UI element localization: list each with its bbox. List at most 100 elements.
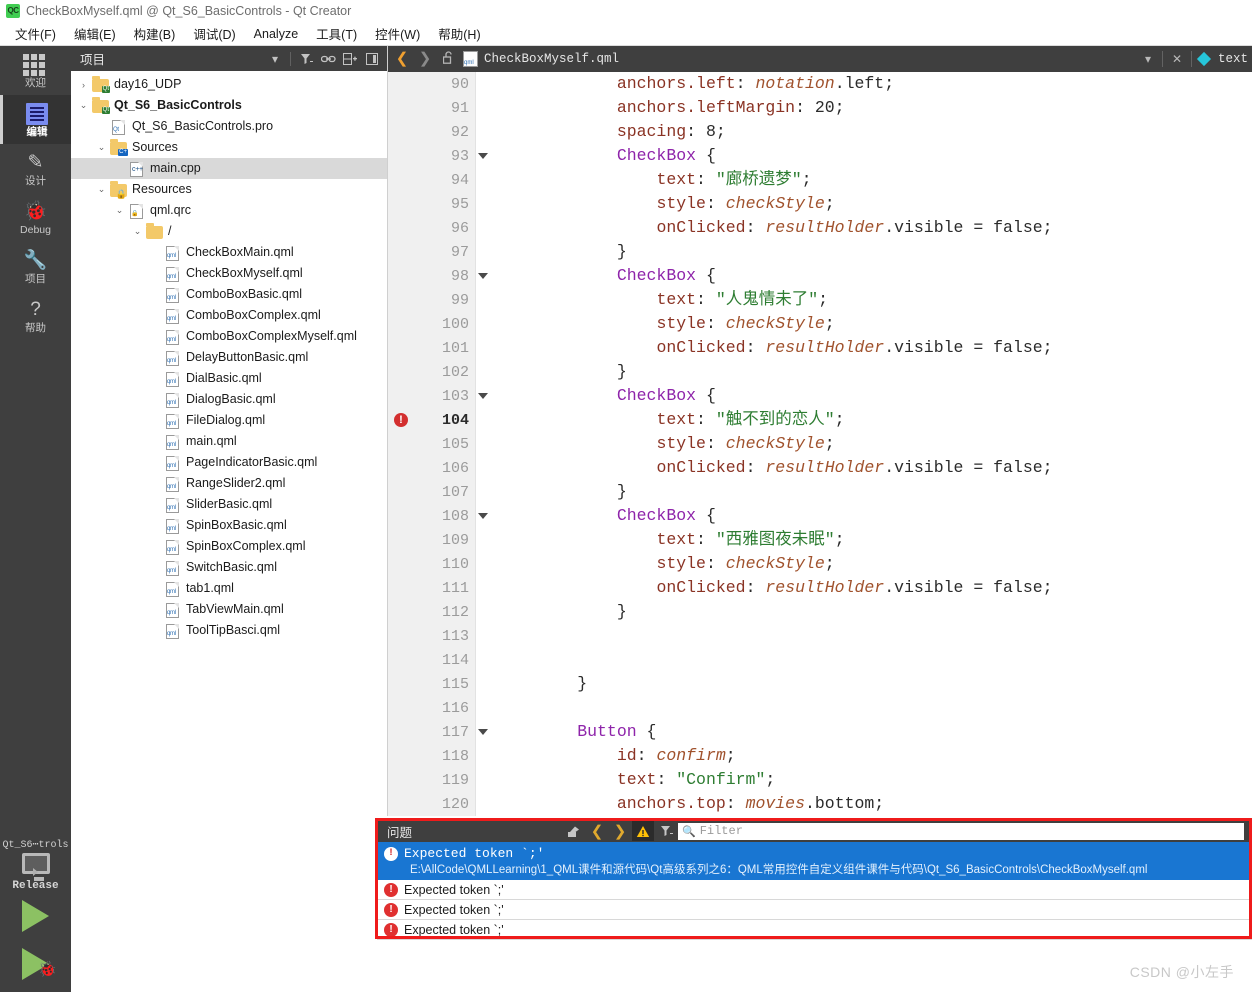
tree-twisty-icon[interactable]: ⌄ (95, 183, 108, 196)
tree-item[interactable]: ⌄ C+ Sources (71, 137, 387, 158)
tree-twisty-icon[interactable] (149, 540, 162, 553)
tree-twisty-icon[interactable] (149, 246, 162, 259)
activity-item-编辑[interactable]: 编辑 (0, 95, 71, 144)
activity-item-欢迎[interactable]: 欢迎 (0, 46, 71, 95)
tree-twisty-icon[interactable] (149, 561, 162, 574)
chevron-down-icon[interactable]: ▾ (1137, 52, 1159, 66)
debug-run-button[interactable]: 🐞 (0, 940, 71, 988)
tree-twisty-icon[interactable] (149, 393, 162, 406)
tree-twisty-icon[interactable] (149, 498, 162, 511)
issue-row[interactable]: ! Expected token `;' E:\AllCode\QMLLearnin… (377, 842, 1252, 880)
code-area[interactable]: 90 91 92 93 94 95 96 97 98 99 100 101 102 103! 104 105 1… (388, 72, 1252, 816)
tree-twisty-icon[interactable] (149, 372, 162, 385)
tree-item[interactable]: qml TabViewMain.qml (71, 599, 387, 620)
tree-item[interactable]: qml ComboBoxBasic.qml (71, 284, 387, 305)
filter-icon[interactable] (296, 50, 316, 68)
fold-arrow-icon[interactable] (478, 513, 488, 519)
tree-twisty-icon[interactable] (149, 624, 162, 637)
tree-item[interactable]: Qt Qt_S6_BasicControls.pro (71, 116, 387, 137)
clear-issues-icon[interactable] (563, 821, 585, 841)
tree-item[interactable]: qml SliderBasic.qml (71, 494, 387, 515)
tree-item[interactable]: c++ main.cpp (71, 158, 387, 179)
tree-twisty-icon[interactable] (149, 603, 162, 616)
tree-twisty-icon[interactable] (149, 267, 162, 280)
menu-file[interactable]: 文件(F) (6, 21, 65, 46)
activity-item-帮助[interactable]: ? 帮助 (0, 291, 71, 340)
tree-twisty-icon[interactable] (149, 351, 162, 364)
menu-window[interactable]: 控件(W) (366, 21, 429, 46)
tree-twisty-icon[interactable] (149, 330, 162, 343)
tree-item[interactable]: › Qt day16_UDP (71, 74, 387, 95)
tree-item[interactable]: ⌄ Qt Qt_S6_BasicControls (71, 95, 387, 116)
tree-item[interactable]: qml CheckBoxMain.qml (71, 242, 387, 263)
tree-twisty-icon[interactable] (149, 582, 162, 595)
error-marker-icon[interactable]: ! (394, 413, 408, 427)
tree-twisty-icon[interactable] (149, 288, 162, 301)
menu-edit[interactable]: 编辑(E) (65, 21, 125, 46)
tree-item[interactable]: qml CheckBoxMyself.qml (71, 263, 387, 284)
tree-item[interactable]: qml ComboBoxComplexMyself.qml (71, 326, 387, 347)
tree-item[interactable]: qml SwitchBasic.qml (71, 557, 387, 578)
issue-row[interactable]: ! Expected token `;' (377, 880, 1252, 900)
tree-twisty-icon[interactable]: ⌄ (113, 204, 126, 217)
menu-help[interactable]: 帮助(H) (429, 21, 489, 46)
link-icon[interactable] (318, 50, 338, 68)
tree-twisty-icon[interactable] (149, 519, 162, 532)
menu-debug[interactable]: 调试(D) (184, 21, 244, 46)
tree-item[interactable]: qml main.qml (71, 431, 387, 452)
fold-arrow-icon[interactable] (478, 273, 488, 279)
tree-item[interactable]: qml SpinBoxBasic.qml (71, 515, 387, 536)
warning-filter-icon[interactable] (632, 821, 654, 841)
tree-item[interactable]: qml tab1.qml (71, 578, 387, 599)
fold-arrow-icon[interactable] (478, 729, 488, 735)
tree-twisty-icon[interactable]: ⌄ (131, 225, 144, 238)
fold-arrow-icon[interactable] (478, 153, 488, 159)
tree-item[interactable]: qml DialogBasic.qml (71, 389, 387, 410)
unlock-icon[interactable] (438, 51, 458, 67)
fold-arrow-icon[interactable] (478, 393, 488, 399)
navigate-forward-icon[interactable]: ❯ (415, 49, 435, 69)
tree-twisty-icon[interactable] (149, 456, 162, 469)
activity-item-Debug[interactable]: 🐞 Debug (0, 193, 71, 242)
tree-twisty-icon[interactable] (113, 162, 126, 175)
tree-twisty-icon[interactable]: ⌄ (95, 141, 108, 154)
collapse-sidebar-icon[interactable] (362, 50, 382, 68)
tree-item[interactable]: qml PageIndicatorBasic.qml (71, 452, 387, 473)
tree-item[interactable]: qml RangeSlider2.qml (71, 473, 387, 494)
issue-row[interactable]: ! Expected token `;' (377, 920, 1252, 940)
run-button[interactable] (0, 892, 71, 940)
tree-item[interactable]: ⌄ 🔒 Resources (71, 179, 387, 200)
tree-item[interactable]: qml DialBasic.qml (71, 368, 387, 389)
tree-twisty-icon[interactable] (149, 477, 162, 490)
previous-issue-icon[interactable]: ❮ (586, 821, 608, 841)
tree-twisty-icon[interactable] (149, 414, 162, 427)
issue-row[interactable]: ! Expected token `;' (377, 900, 1252, 920)
tree-twisty-icon[interactable] (149, 435, 162, 448)
tree-twisty-icon[interactable] (149, 309, 162, 322)
tree-item[interactable]: qml SpinBoxComplex.qml (71, 536, 387, 557)
menu-tools[interactable]: 工具(T) (307, 21, 366, 46)
chevron-down-icon[interactable]: ▾ (265, 50, 285, 68)
navigate-back-icon[interactable]: ❮ (392, 49, 412, 69)
tree-twisty-icon[interactable]: › (77, 78, 90, 91)
activity-item-设计[interactable]: ✎ 设计 (0, 144, 71, 193)
split-add-icon[interactable] (340, 50, 360, 68)
tree-twisty-icon[interactable]: ⌄ (77, 99, 90, 112)
activity-item-项目[interactable]: 🔧 项目 (0, 242, 71, 291)
menu-analyze[interactable]: Analyze (245, 24, 307, 44)
tree-item[interactable]: qml DelayButtonBasic.qml (71, 347, 387, 368)
target-selector-button[interactable]: Release (0, 853, 71, 892)
filter-input[interactable]: 🔍 Filter (678, 822, 1244, 840)
filter-icon[interactable] (655, 821, 677, 841)
tree-item[interactable]: qml ToolTipBasci.qml (71, 620, 387, 641)
tree-item[interactable]: qml ComboBoxComplex.qml (71, 305, 387, 326)
tree-twisty-icon[interactable] (95, 120, 108, 133)
editor-filename[interactable]: CheckBoxMyself.qml (484, 52, 619, 66)
close-icon[interactable]: ✕ (1166, 52, 1188, 66)
menu-build[interactable]: 构建(B) (125, 21, 185, 46)
tree-item[interactable]: ⌄ / (71, 221, 387, 242)
next-issue-icon[interactable]: ❯ (609, 821, 631, 841)
tree-item[interactable]: qml FileDialog.qml (71, 410, 387, 431)
tree-item[interactable]: ⌄ 🔒 qml.qrc (71, 200, 387, 221)
editor-mode-label[interactable]: text (1218, 52, 1248, 66)
